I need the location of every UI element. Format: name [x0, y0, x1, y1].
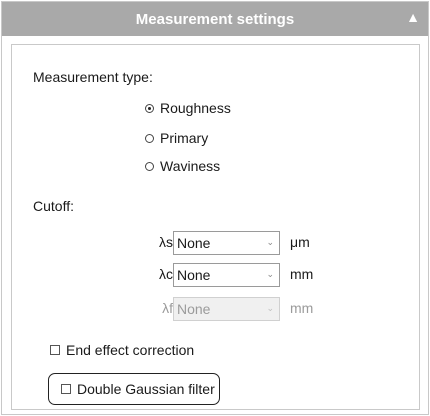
radio-unselected-icon	[145, 133, 154, 143]
lambda-c-value: None	[177, 267, 211, 283]
measurement-type-label: Measurement type:	[33, 69, 153, 85]
radio-roughness-label: Roughness	[160, 100, 231, 116]
lambda-c-dropdown[interactable]: None ⌄	[173, 263, 280, 287]
end-effect-correction-label: End effect correction	[66, 342, 195, 358]
lambda-f-unit: mm	[290, 300, 314, 316]
panel-title: Measurement settings	[135, 11, 295, 28]
radio-primary-label: Primary	[160, 130, 209, 146]
radio-unselected-icon	[145, 161, 154, 171]
panel-header[interactable]: Measurement settings ▲	[2, 2, 428, 36]
checkbox-icon	[61, 384, 71, 394]
measurement-settings-panel: Measurement settings ▲ Measurement type:…	[1, 1, 429, 415]
lambda-f-symbol: λf	[162, 300, 173, 316]
lambda-s-value: None	[177, 235, 211, 251]
lambda-f-value: None	[177, 301, 211, 317]
settings-content: Measurement type: Roughness Primary Wavi…	[11, 44, 420, 410]
lambda-c-symbol: λc	[159, 266, 173, 282]
radio-roughness[interactable]: Roughness	[145, 100, 231, 116]
double-gaussian-filter-label: Double Gaussian filter	[77, 381, 215, 397]
radio-primary[interactable]: Primary	[145, 130, 208, 146]
collapse-arrow-icon[interactable]: ▲	[406, 9, 420, 25]
chevron-down-icon: ⌄	[266, 237, 274, 247]
lambda-s-dropdown[interactable]: None ⌄	[173, 231, 280, 255]
chevron-down-icon: ⌄	[266, 303, 274, 313]
lambda-s-unit: μm	[290, 234, 310, 250]
checkbox-icon	[50, 345, 60, 355]
end-effect-correction-checkbox[interactable]: End effect correction	[50, 342, 194, 358]
lambda-c-unit: mm	[290, 266, 314, 282]
radio-selected-icon	[145, 103, 154, 113]
radio-waviness-label: Waviness	[160, 158, 221, 174]
cutoff-label: Cutoff:	[33, 198, 74, 214]
double-gaussian-filter-checkbox[interactable]: Double Gaussian filter	[61, 381, 215, 397]
lambda-f-dropdown: None ⌄	[173, 297, 280, 321]
cutoff-row-lambda-f: λf None ⌄ mm	[12, 297, 419, 321]
radio-waviness[interactable]: Waviness	[145, 158, 220, 174]
cutoff-row-lambda-c: λc None ⌄ mm	[12, 263, 419, 287]
lambda-s-symbol: λs	[159, 234, 173, 250]
cutoff-row-lambda-s: λs None ⌄ μm	[12, 231, 419, 255]
chevron-down-icon: ⌄	[266, 269, 274, 279]
